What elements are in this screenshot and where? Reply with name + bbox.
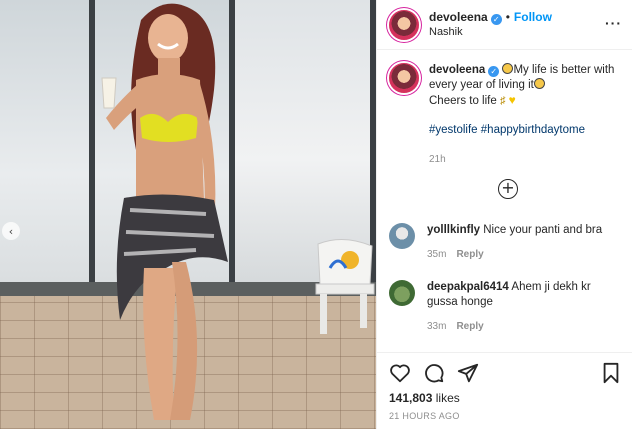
comment-time: 35m xyxy=(427,249,447,260)
comment-time: 33m xyxy=(427,321,447,332)
reply-button[interactable]: Reply xyxy=(456,249,483,260)
caption-username[interactable]: devoleena xyxy=(429,64,485,76)
action-icons xyxy=(389,361,621,385)
comments-section: devoleena ✓ My life is better with every … xyxy=(377,51,632,351)
share-send-icon[interactable] xyxy=(457,362,479,384)
comment-item: yolllkinfly Nice your panti and bra 35m R… xyxy=(389,223,621,262)
comment-item: deepakpal6414 Ahem ji dekh kr gussa hong… xyxy=(389,280,621,334)
follow-button[interactable]: Follow xyxy=(514,10,552,24)
comment-body: deepakpal6414 Ahem ji dekh kr gussa hong… xyxy=(427,280,617,334)
commenter-avatar[interactable] xyxy=(389,280,415,306)
comment-username[interactable]: deepakpal6414 xyxy=(427,281,509,293)
likes-count[interactable]: 141,803 likes xyxy=(389,391,621,405)
verified-badge-icon: ✓ xyxy=(490,13,502,25)
hashtags-links[interactable]: #yestolife #happybirthdaytome xyxy=(429,123,619,138)
like-heart-icon[interactable] xyxy=(389,362,411,384)
caption-avatar[interactable] xyxy=(389,63,419,93)
caption-text: devoleena ✓ My life is better with every … xyxy=(429,63,619,167)
smiling-face-emoji-icon xyxy=(502,63,514,74)
more-options-icon[interactable]: ··· xyxy=(605,15,622,31)
window-panel xyxy=(0,0,95,290)
post-caption: devoleena ✓ My life is better with every … xyxy=(389,63,621,167)
caption-timestamp: 21h xyxy=(429,154,446,165)
commenter-avatar[interactable] xyxy=(389,223,415,249)
clinking-glasses-emoji-icon: ♯ xyxy=(499,95,506,107)
woman-figure xyxy=(101,3,228,420)
instagram-post: ‹ devoleena ✓ • Follow Nashik ··· devoleena… xyxy=(0,0,632,429)
comment-meta: 35m Reply xyxy=(427,247,602,262)
comment-meta: 33m Reply xyxy=(427,319,617,334)
post-actions: 141,803 likes 21 HOURS AGO xyxy=(377,352,632,429)
reply-button[interactable]: Reply xyxy=(456,321,483,332)
profile-avatar[interactable] xyxy=(389,9,419,40)
caption-line-2: Cheers to life xyxy=(429,95,497,107)
post-header: devoleena ✓ • Follow Nashik ··· xyxy=(377,0,632,50)
yellow-heart-emoji-icon: ♥ xyxy=(508,93,516,107)
comment-text: Nice your panti and bra xyxy=(483,224,603,236)
comment-body: yolllkinfly Nice your panti and bra 35m R… xyxy=(427,223,602,262)
smiling-face-emoji-icon xyxy=(533,78,545,89)
load-more-comments-icon[interactable]: + xyxy=(498,179,518,199)
separator-dot: • xyxy=(505,9,510,24)
verified-badge-icon: ✓ xyxy=(488,66,500,77)
save-bookmark-icon[interactable] xyxy=(601,362,621,384)
likes-label: likes xyxy=(435,391,460,405)
username-link[interactable]: devoleena xyxy=(429,10,488,24)
header-text: devoleena ✓ • Follow Nashik xyxy=(429,10,552,40)
plastic-chair xyxy=(315,239,375,334)
post-timestamp: 21 HOURS AGO xyxy=(389,411,460,421)
comment-username[interactable]: yolllkinfly xyxy=(427,224,480,236)
likes-number: 141,803 xyxy=(389,391,433,405)
previous-arrow-icon[interactable]: ‹ xyxy=(2,222,20,240)
post-photo[interactable]: ‹ xyxy=(0,0,376,429)
comment-bubble-icon[interactable] xyxy=(423,362,445,384)
post-sidebar: devoleena ✓ • Follow Nashik ··· devoleena ✓ … xyxy=(376,0,632,429)
location-link[interactable]: Nashik xyxy=(429,25,552,40)
